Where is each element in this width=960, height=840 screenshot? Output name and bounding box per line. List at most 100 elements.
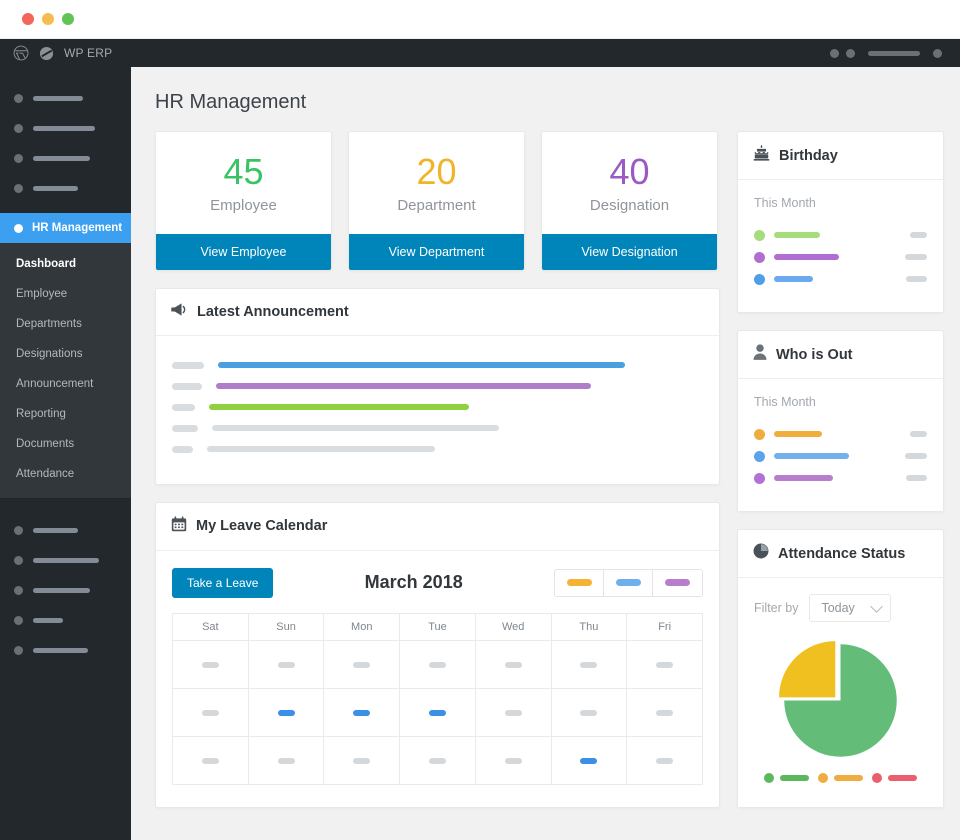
sidebar-item-placeholder[interactable]: [0, 605, 131, 635]
sidebar-item-placeholder[interactable]: [0, 83, 131, 113]
calendar-legend: [554, 569, 703, 597]
list-item[interactable]: [172, 397, 703, 418]
list-item[interactable]: [754, 268, 927, 290]
calendar-cell[interactable]: [324, 688, 400, 736]
calendar-cell[interactable]: [475, 736, 551, 784]
list-item[interactable]: [754, 423, 927, 445]
sidebar-item-dashboard[interactable]: Dashboard: [0, 249, 131, 279]
legend-item-orange[interactable]: [555, 570, 604, 596]
view-designation-button[interactable]: View Designation: [542, 234, 717, 270]
sidebar-item-attendance[interactable]: Attendance: [0, 459, 131, 489]
attendance-status-card: Attendance Status Filter by Today: [737, 529, 944, 808]
calendar-cell[interactable]: [475, 688, 551, 736]
sidebar-item-designations[interactable]: Designations: [0, 339, 131, 369]
menu-bullet-icon: [14, 646, 23, 655]
take-a-leave-button[interactable]: Take a Leave: [172, 568, 273, 598]
calendar-cell[interactable]: [551, 688, 627, 736]
admin-bar-right: [830, 49, 960, 58]
minimize-window-button[interactable]: [42, 13, 54, 25]
calendar-cell[interactable]: [248, 736, 324, 784]
sidebar-item-placeholder[interactable]: [0, 545, 131, 575]
calendar-cell[interactable]: [400, 688, 476, 736]
legend-item-blue[interactable]: [604, 570, 653, 596]
avatar: [754, 451, 765, 462]
calendar-cell[interactable]: [173, 736, 249, 784]
calendar-cell[interactable]: [551, 640, 627, 688]
calendar-cell[interactable]: [475, 640, 551, 688]
name-placeholder: [774, 232, 820, 238]
sidebar-item-departments[interactable]: Departments: [0, 309, 131, 339]
admin-bar-account-placeholder[interactable]: [868, 51, 920, 56]
chevron-down-icon: [870, 600, 883, 613]
list-item[interactable]: [754, 445, 927, 467]
calendar-cell[interactable]: [173, 688, 249, 736]
admin-bar-icon-2[interactable]: [846, 49, 855, 58]
traffic-lights: [22, 13, 74, 25]
avatar[interactable]: [933, 49, 942, 58]
sidebar-item-hr-management[interactable]: HR Management: [0, 213, 131, 243]
list-item[interactable]: [754, 467, 927, 489]
list-item[interactable]: [172, 376, 703, 397]
birthday-subtitle: This Month: [754, 196, 927, 210]
menu-label-placeholder: [33, 648, 88, 653]
calendar-cell[interactable]: [400, 640, 476, 688]
stat-body: 40 Designation: [542, 132, 717, 234]
day-placeholder: [202, 710, 219, 716]
attendance-body: Filter by Today: [738, 578, 943, 807]
birthday-body: This Month: [738, 180, 943, 312]
calendar-cell[interactable]: [627, 736, 703, 784]
user-icon: [753, 344, 767, 365]
menu-bullet-icon: [14, 526, 23, 535]
sidebar-item-placeholder[interactable]: [0, 515, 131, 545]
legend-swatch: [665, 579, 690, 586]
sidebar-item-placeholder[interactable]: [0, 113, 131, 143]
sidebar-item-label: HR Management: [32, 222, 122, 234]
legend-item-absent[interactable]: [872, 773, 917, 783]
announcement-title-placeholder: [216, 383, 591, 389]
menu-bullet-icon: [14, 154, 23, 163]
calendar-cell[interactable]: [551, 736, 627, 784]
calendar-cell[interactable]: [324, 736, 400, 784]
list-item[interactable]: [754, 246, 927, 268]
birthday-card: Birthday This Month: [737, 131, 944, 313]
wp-erp-icon[interactable]: [39, 46, 54, 61]
legend-item-purple[interactable]: [653, 570, 702, 596]
avatar: [754, 274, 765, 285]
zoom-window-button[interactable]: [62, 13, 74, 25]
attendance-filter-select[interactable]: Today: [809, 594, 890, 622]
sidebar-item-reporting[interactable]: Reporting: [0, 399, 131, 429]
admin-bar-icon-1[interactable]: [830, 49, 839, 58]
sidebar-item-employee[interactable]: Employee: [0, 279, 131, 309]
sidebar-item-label: Employee: [16, 288, 67, 300]
who-is-out-card: Who is Out This Month: [737, 330, 944, 512]
calendar-cell[interactable]: [627, 688, 703, 736]
day-header-thu: Thu: [551, 613, 627, 640]
calendar-cell[interactable]: [248, 688, 324, 736]
list-item[interactable]: [754, 224, 927, 246]
menu-label-placeholder: [33, 588, 90, 593]
close-window-button[interactable]: [22, 13, 34, 25]
list-item[interactable]: [172, 439, 703, 460]
table-row: [173, 688, 703, 736]
sidebar-item-placeholder[interactable]: [0, 575, 131, 605]
calendar-cell[interactable]: [400, 736, 476, 784]
calendar-cell[interactable]: [627, 640, 703, 688]
calendar-cell[interactable]: [324, 640, 400, 688]
view-employee-button[interactable]: View Employee: [156, 234, 331, 270]
sidebar-item-placeholder[interactable]: [0, 635, 131, 665]
list-item[interactable]: [172, 355, 703, 376]
view-department-button[interactable]: View Department: [349, 234, 524, 270]
calendar-cell[interactable]: [173, 640, 249, 688]
sidebar-item-announcement[interactable]: Announcement: [0, 369, 131, 399]
calendar-cell[interactable]: [248, 640, 324, 688]
who-is-out-body: This Month: [738, 379, 943, 511]
list-item[interactable]: [172, 418, 703, 439]
sidebar-item-placeholder[interactable]: [0, 143, 131, 173]
sidebar-item-documents[interactable]: Documents: [0, 429, 131, 459]
sidebar-item-placeholder[interactable]: [0, 173, 131, 203]
legend-item-present[interactable]: [764, 773, 809, 783]
announcement-label-placeholder: [172, 404, 195, 411]
legend-item-late[interactable]: [818, 773, 863, 783]
sidebar-item-label: Documents: [16, 438, 74, 450]
wordpress-icon[interactable]: [13, 45, 29, 61]
